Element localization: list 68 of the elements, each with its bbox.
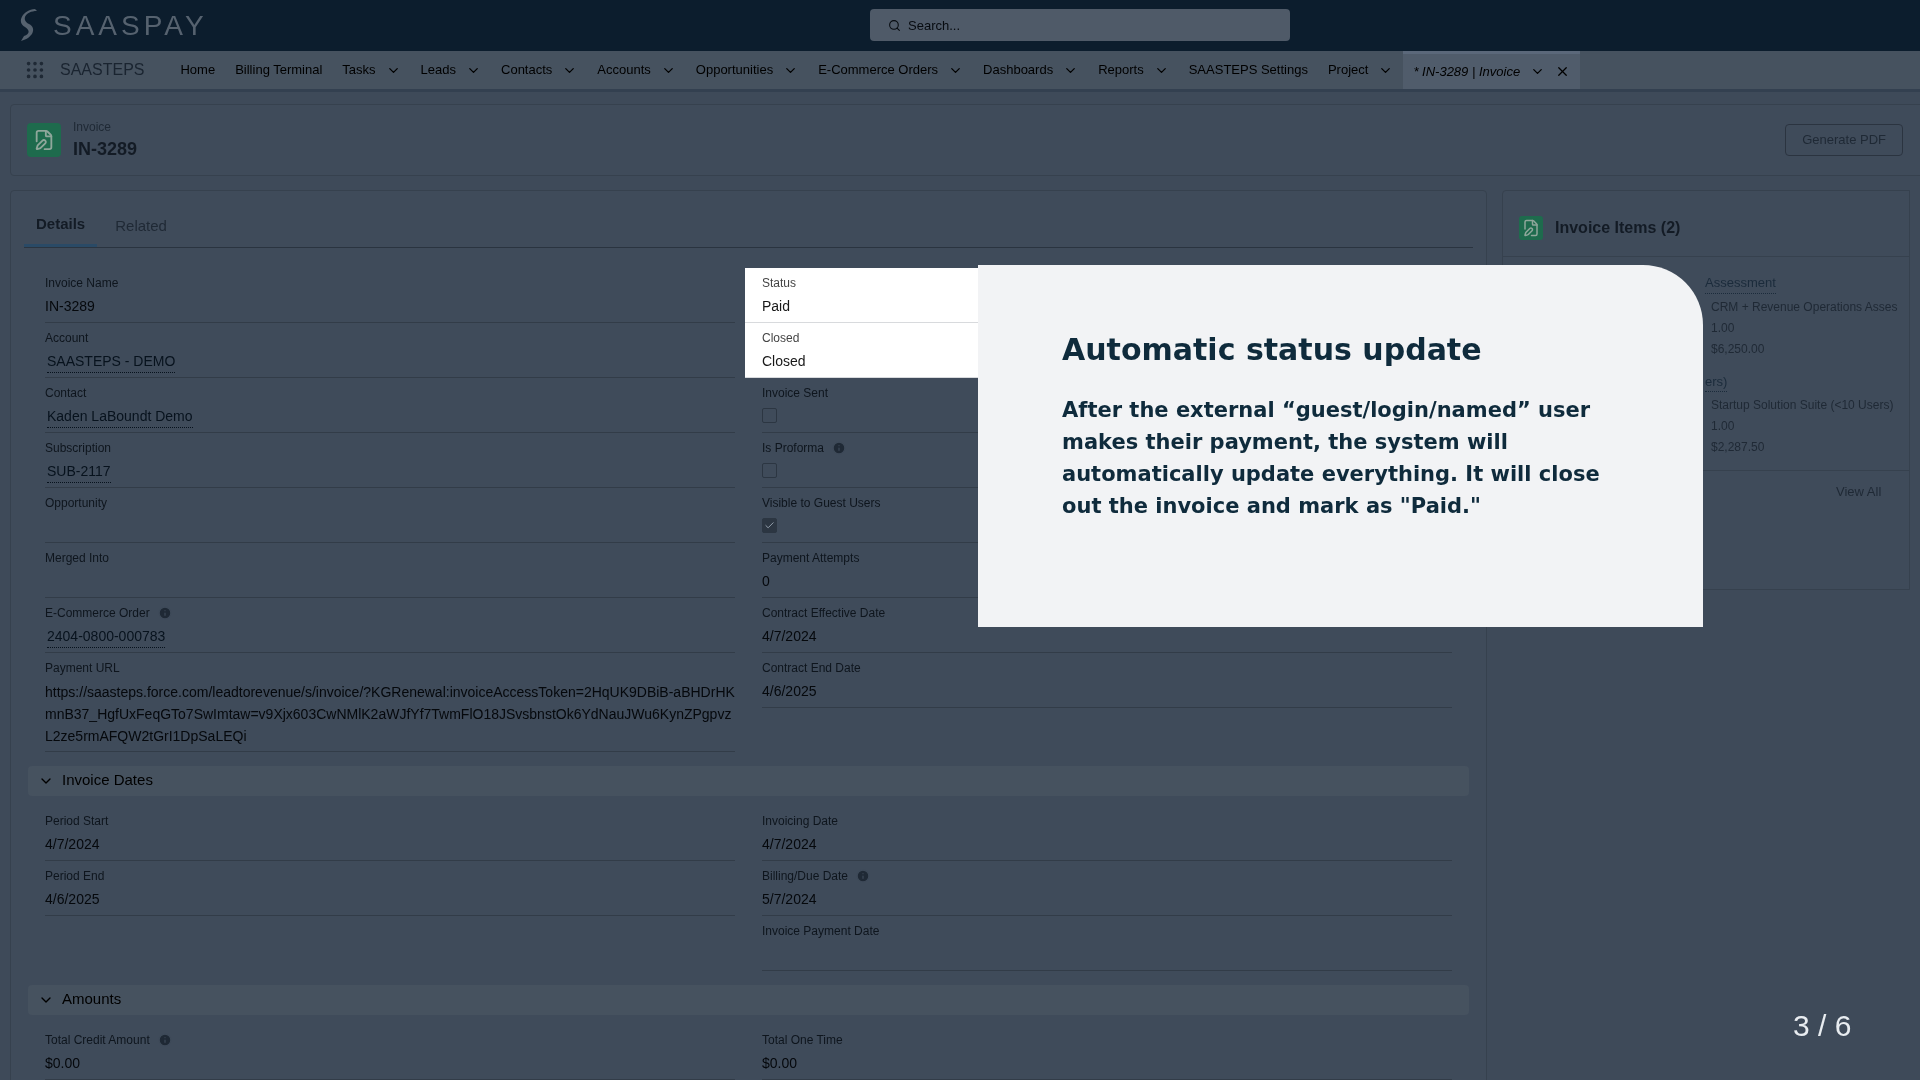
info-icon[interactable] [832, 440, 846, 455]
nav-tab[interactable]: Home [170, 51, 226, 89]
section-header[interactable]: Invoice Dates [28, 765, 1469, 796]
field-value: Paid [762, 296, 791, 316]
field-value: Closed [762, 351, 806, 371]
invoice-item-icon [1519, 215, 1543, 240]
field-label: Payment URL [45, 659, 120, 677]
field-label: Is Proforma [762, 439, 824, 457]
tour-body: After the external “guest/login/named” user makes their payment, the system will automatically update everything. It will close out the invoice and mark as "Paid." [1062, 397, 1601, 520]
payment-url: https://saasteps.force.com/leadtorevenue/s/invoice/?KGRenewal:invoiceAccessToken=2HqUK9DBiB-aBHDrHKmnB37_HgfUxFeqGTo7SwImtaw=v9Xjx603CwNMlK2aWJfYf7TwmFlO18JSvsbnstOk6YdNauJWu6KynZPgpvzL2ze5rmAFQW2tGrI1DpSaLEQi [45, 682, 735, 746]
field-label: Opportunity [45, 494, 108, 512]
field-label: Total Credit Amount [45, 1031, 150, 1049]
field-label: Invoice Payment Date [762, 922, 880, 940]
section-header[interactable]: Amounts [28, 984, 1469, 1015]
field-label: Payment Attempts [762, 549, 860, 567]
field-value: 4/6/2025 [762, 681, 817, 701]
field-label: Period End [45, 867, 105, 885]
field-label: Invoice Name [45, 274, 119, 292]
field-value: IN-3289 [45, 296, 95, 316]
nav-tab[interactable]: Reports [1088, 51, 1179, 89]
field-label: Account [45, 329, 89, 347]
record-link[interactable]: SAASTEPS - DEMO [47, 350, 176, 373]
field-label: Period Start [45, 812, 109, 830]
logo-text: SAASPAY [53, 8, 208, 43]
field-label: Closed [762, 329, 800, 347]
field-value: 4/7/2024 [762, 626, 817, 646]
info-icon[interactable] [157, 1032, 172, 1047]
nav-tab[interactable]: SAASTEPS Settings [1178, 51, 1318, 89]
search-field[interactable]: Search... [870, 9, 1290, 41]
nav-tab[interactable]: Contacts [491, 51, 588, 89]
invoice-record-icon [27, 123, 61, 157]
app-launcher-icon[interactable] [24, 59, 46, 81]
info-icon[interactable] [157, 605, 172, 620]
record-link[interactable]: SUB-2117 [47, 460, 111, 483]
search-icon [888, 19, 901, 32]
field-value: 0 [762, 571, 770, 591]
field-label: Merged Into [45, 549, 110, 567]
field-label: Contact [45, 384, 87, 402]
record-link[interactable]: Kaden LaBoundt Demo [47, 405, 193, 428]
nav-tab[interactable]: Accounts [587, 51, 686, 89]
field-label: Invoicing Date [762, 812, 839, 830]
field-label: Contract Effective Date [762, 604, 886, 622]
field-label: Total One Time [762, 1031, 843, 1049]
field-value: 5/7/2024 [762, 889, 817, 909]
field-label: Status [762, 274, 797, 292]
field-label: Subscription [45, 439, 112, 457]
nav-tab[interactable]: Tasks [332, 51, 411, 89]
tour-title: Automatic status update [1062, 331, 1483, 369]
field-label: Visible to Guest Users [762, 494, 881, 512]
nav-tab[interactable]: Opportunities [685, 51, 809, 89]
field-value: 4/6/2025 [45, 889, 100, 909]
field-value: $0.00 [762, 1053, 798, 1073]
nav-tab[interactable]: Leads [410, 51, 491, 89]
field-label: Contract End Date [762, 659, 861, 677]
nav-tab[interactable]: Dashboards [973, 51, 1089, 89]
field-label: E-Commerce Order [45, 604, 150, 622]
nav-tab[interactable]: E-Commerce Orders [808, 51, 974, 89]
nav-tab[interactable]: Project [1317, 51, 1404, 89]
step-counter: 3 / 6 [1793, 1008, 1852, 1044]
field-label: Invoice Sent [762, 384, 829, 402]
nav-tab[interactable]: * IN-3289 | Invoice [1403, 51, 1581, 89]
info-icon[interactable] [856, 868, 871, 883]
record-link[interactable]: 2404-0800-000783 [47, 625, 166, 648]
field-value: $0.00 [45, 1053, 81, 1073]
field-label: Billing/Due Date [762, 867, 849, 885]
field-value: 4/7/2024 [762, 834, 817, 854]
field-value: 4/7/2024 [45, 834, 100, 854]
nav-tab[interactable]: Billing Terminal [225, 51, 333, 89]
